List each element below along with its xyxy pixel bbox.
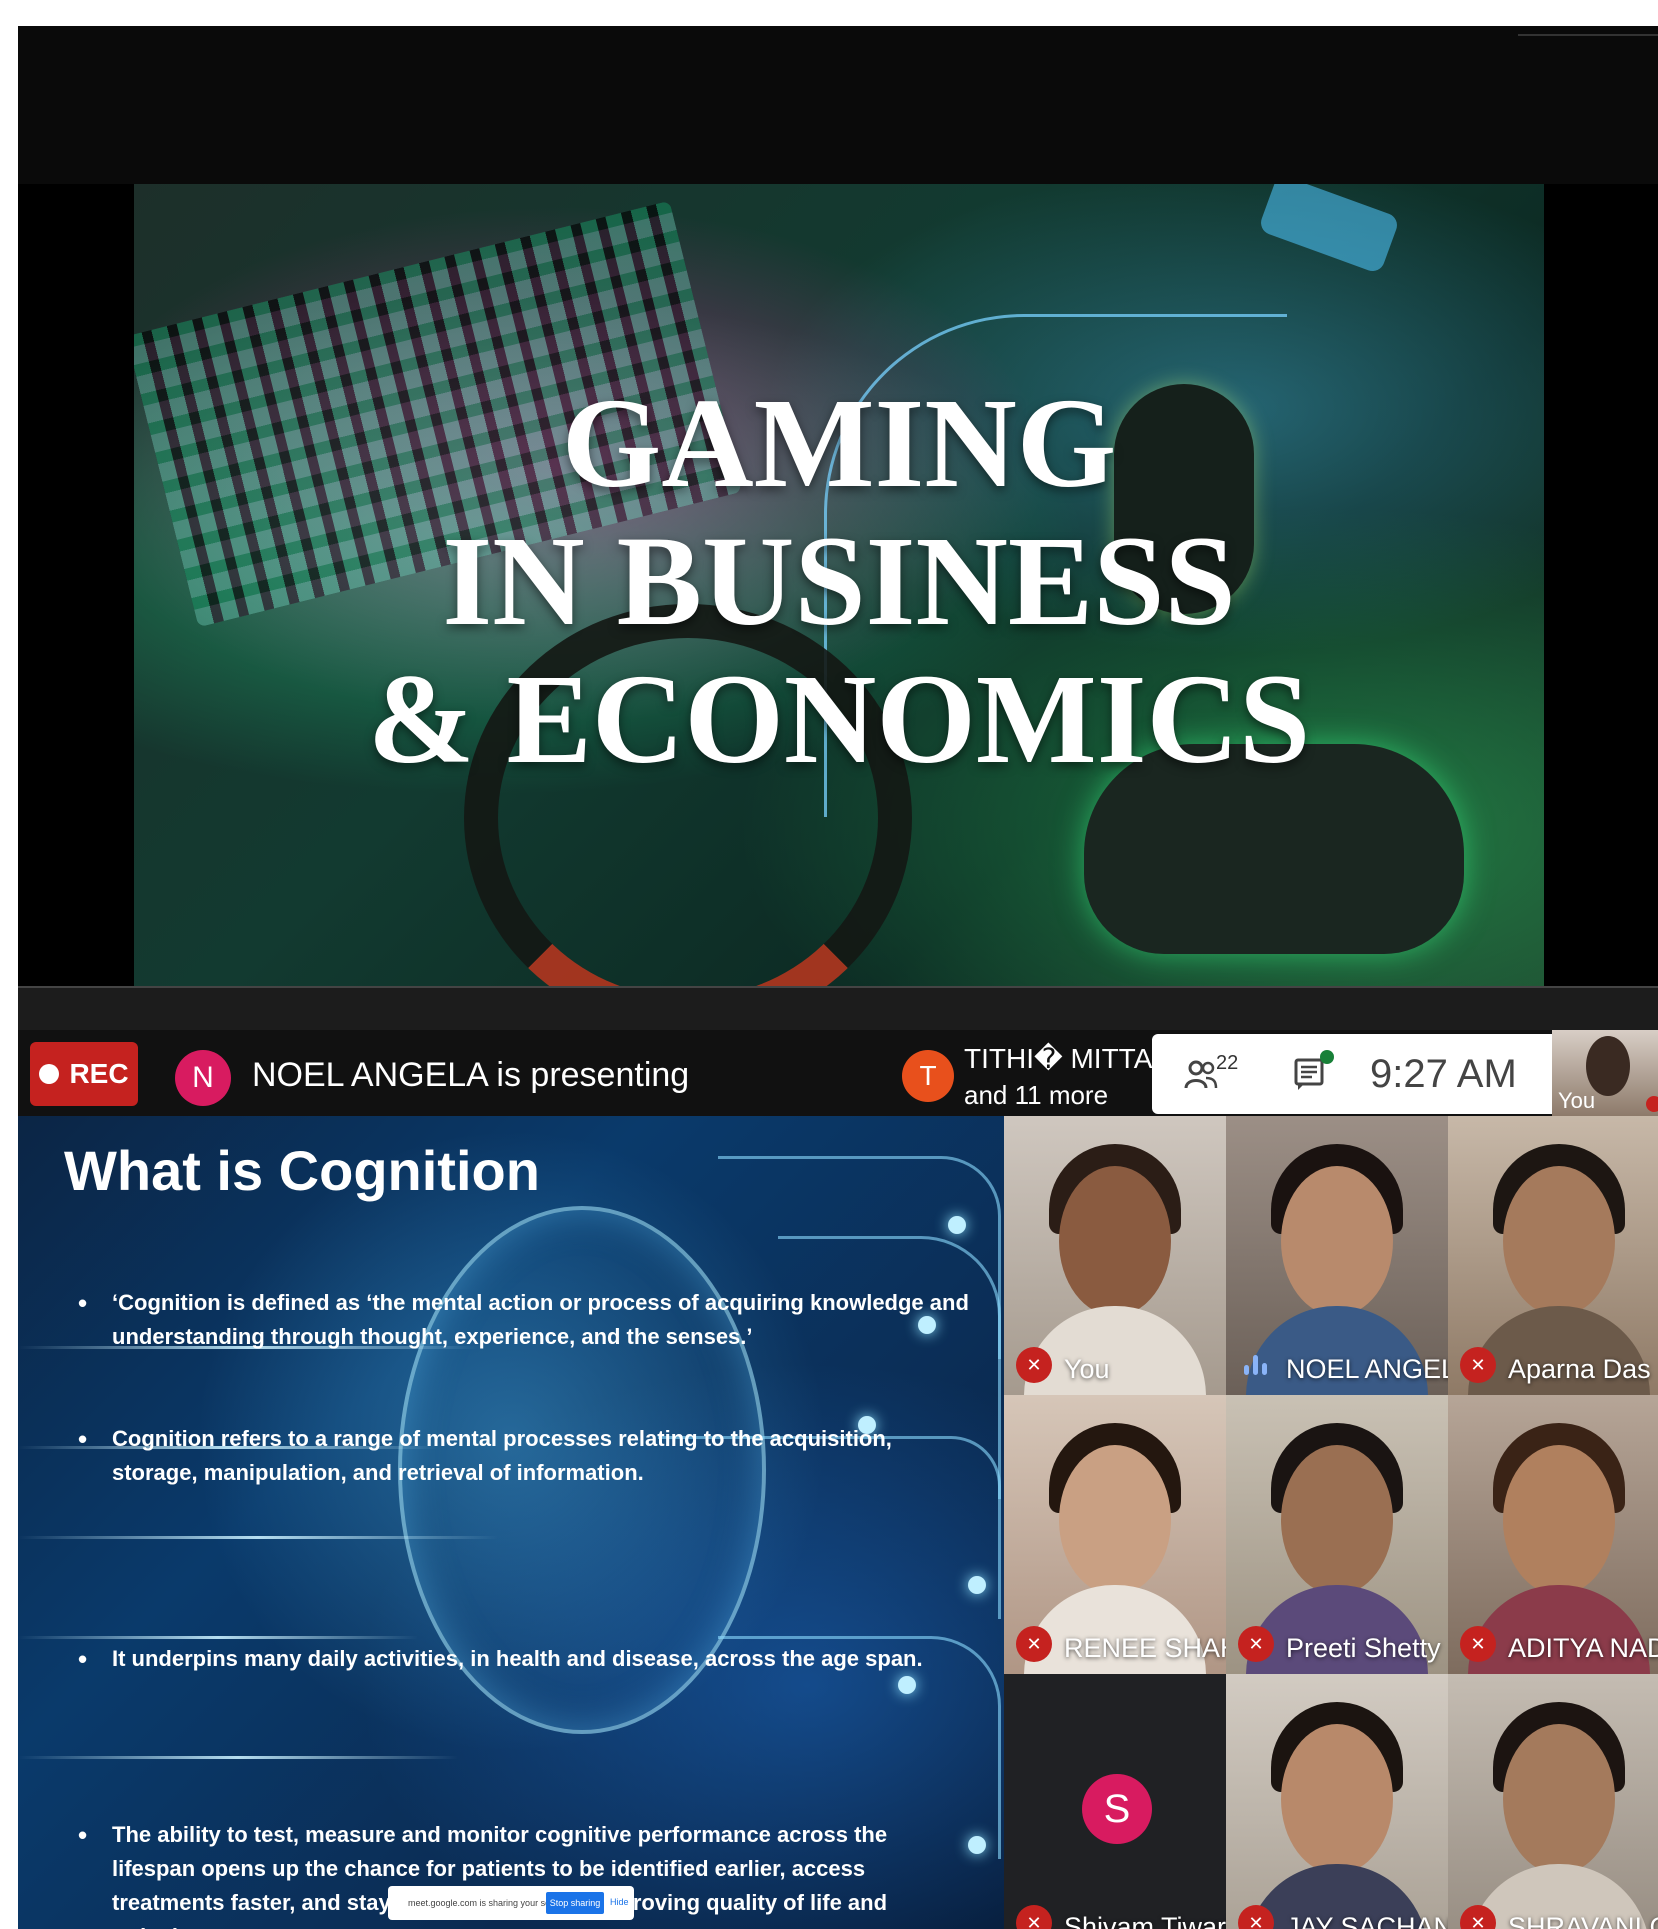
chat-sender-avatar[interactable]: T bbox=[902, 1050, 954, 1102]
participants-count: 22 bbox=[1216, 1052, 1239, 1074]
mic-off-icon: ✕ bbox=[1016, 1347, 1052, 1383]
speaking-indicator-icon bbox=[1242, 1351, 1272, 1379]
participant-tile[interactable]: S ✕ Shivam Tiwari bbox=[1004, 1674, 1226, 1929]
slide-bullet: ‘Cognition is defined as ‘the mental act… bbox=[70, 1286, 972, 1354]
meet-window: GAMING IN BUSINESS & ECONOMICS REC N NOE… bbox=[18, 26, 1658, 1929]
participant-name: Preeti Shetty bbox=[1286, 1633, 1441, 1663]
mic-off-icon: ✕ bbox=[1016, 1626, 1052, 1662]
participant-name: Shivam Tiwari bbox=[1064, 1912, 1226, 1929]
separator-band bbox=[18, 986, 1658, 1030]
light-wave bbox=[18, 1636, 418, 1639]
participant-name: JAY SACHAN... bbox=[1286, 1912, 1448, 1929]
participant-avatar: S bbox=[1082, 1774, 1152, 1844]
participant-tile[interactable]: NOEL ANGELA bbox=[1226, 1116, 1448, 1395]
stop-sharing-button[interactable]: Stop sharing bbox=[546, 1892, 604, 1914]
participant-video bbox=[1281, 1166, 1393, 1316]
slide-bullet: It underpins many daily activities, in h… bbox=[70, 1642, 972, 1676]
circuit-node bbox=[968, 1576, 986, 1594]
participant-video bbox=[1503, 1166, 1615, 1316]
record-dot-icon bbox=[39, 1064, 60, 1084]
slide-title-line-2: IN BUSINESS bbox=[442, 510, 1236, 652]
participant-tile[interactable]: ✕ ADITYA NADAR bbox=[1448, 1395, 1658, 1674]
self-view-thumbnail[interactable]: You bbox=[1552, 1030, 1658, 1116]
participant-name: RENEE SHAH bbox=[1064, 1633, 1226, 1663]
self-view-person bbox=[1586, 1036, 1630, 1096]
mic-off-icon: ✕ bbox=[1016, 1905, 1052, 1929]
participant-name: ADITYA NADAR bbox=[1508, 1633, 1658, 1663]
divider bbox=[1518, 34, 1658, 36]
screen-sharing-bar: meet.google.com is sharing your screen. … bbox=[388, 1886, 634, 1920]
participant-video bbox=[1503, 1724, 1615, 1874]
participant-name: SHRAVANI G... bbox=[1508, 1912, 1658, 1929]
self-view-label: You bbox=[1558, 1088, 1596, 1113]
participant-tile[interactable]: ✕ JAY SACHAN... bbox=[1226, 1674, 1448, 1929]
participant-name: You bbox=[1064, 1354, 1110, 1384]
meeting-top-bar: REC N NOEL ANGELA is presenting T TITHI�… bbox=[18, 1030, 1658, 1116]
top-black-strip bbox=[18, 26, 1658, 184]
participant-video bbox=[1281, 1724, 1393, 1874]
participant-video bbox=[1024, 1306, 1206, 1395]
chat-sender-name[interactable]: TITHI� MITTAL bbox=[964, 1042, 1168, 1075]
mic-off-icon: ✕ bbox=[1460, 1347, 1496, 1383]
usb-hub-graphic bbox=[1257, 184, 1401, 275]
mic-off-icon: ✕ bbox=[1460, 1626, 1496, 1662]
presentation-slide-gaming: GAMING IN BUSINESS & ECONOMICS bbox=[18, 184, 1658, 986]
participant-grid: ✕ You NOEL ANGELA ✕ Aparna Das ✕ RENEE S… bbox=[1004, 1116, 1658, 1929]
participant-tile[interactable]: ✕ You bbox=[1004, 1116, 1226, 1395]
participant-tile[interactable]: ✕ Aparna Das bbox=[1448, 1116, 1658, 1395]
mic-off-icon: ✕ bbox=[1238, 1626, 1274, 1662]
participant-tile[interactable]: ✕ RENEE SHAH bbox=[1004, 1395, 1226, 1674]
clock: 9:27 AM bbox=[1370, 1052, 1517, 1096]
people-icon[interactable] bbox=[1184, 1058, 1218, 1092]
gaming-setup-image: GAMING IN BUSINESS & ECONOMICS bbox=[134, 184, 1544, 986]
recording-badge[interactable]: REC bbox=[30, 1042, 138, 1106]
mic-off-icon bbox=[1646, 1096, 1658, 1112]
participant-video bbox=[1281, 1445, 1393, 1595]
light-wave bbox=[18, 1756, 458, 1759]
hide-sharing-bar-link[interactable]: Hide bbox=[610, 1897, 629, 1907]
chat-unread-dot bbox=[1320, 1050, 1334, 1064]
participant-video bbox=[1503, 1445, 1615, 1595]
presenter-avatar: N bbox=[175, 1050, 231, 1106]
rec-label: REC bbox=[69, 1058, 129, 1089]
slide-title-line-3: & ECONOMICS bbox=[367, 648, 1311, 790]
slide-title: GAMING IN BUSINESS & ECONOMICS bbox=[134, 374, 1544, 788]
chat-more-count[interactable]: and 11 more bbox=[964, 1080, 1108, 1111]
participant-video bbox=[1059, 1166, 1171, 1316]
separator-line bbox=[18, 986, 1658, 988]
slide-title-line-1: GAMING bbox=[561, 372, 1117, 514]
presentation-slide-cognition: What is Cognition ‘Cognition is defined … bbox=[18, 1116, 1004, 1929]
participant-name: NOEL ANGELA bbox=[1286, 1354, 1448, 1384]
circuit-node bbox=[948, 1216, 966, 1234]
participant-tile[interactable]: ✕ SHRAVANI G... bbox=[1448, 1674, 1658, 1929]
participant-video bbox=[1059, 1445, 1171, 1595]
slide-title: What is Cognition bbox=[64, 1139, 540, 1202]
circuit-node bbox=[898, 1676, 916, 1694]
meeting-controls-panel: 22 9:27 AM bbox=[1152, 1034, 1552, 1114]
presenting-text: NOEL ANGELA is presenting bbox=[252, 1056, 690, 1094]
participant-tile[interactable]: ✕ Preeti Shetty bbox=[1226, 1395, 1448, 1674]
participant-name: Aparna Das bbox=[1508, 1354, 1651, 1384]
light-wave bbox=[18, 1536, 498, 1539]
slide-bullet: Cognition refers to a range of mental pr… bbox=[70, 1422, 972, 1490]
